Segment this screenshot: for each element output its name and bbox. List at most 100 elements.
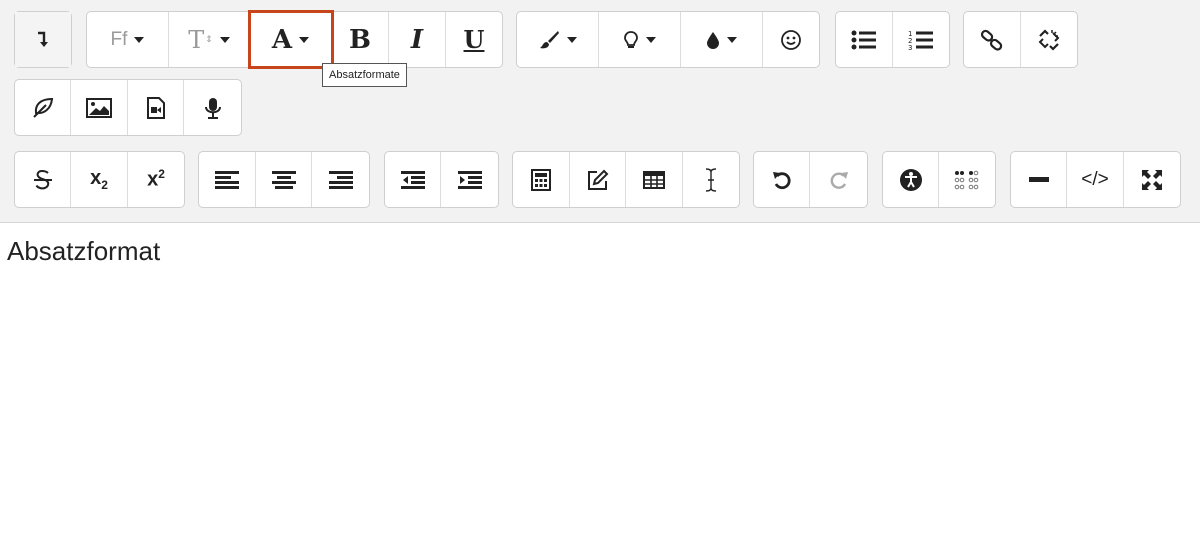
video-icon (146, 96, 166, 119)
highlight-button[interactable] (599, 12, 681, 67)
subscript-button[interactable]: x2 (71, 152, 128, 207)
code-view-button[interactable]: </> (1067, 152, 1124, 207)
text-format-group: Ff T ⇕ A B I U (86, 10, 503, 69)
image-button[interactable] (71, 80, 128, 135)
editor-paragraph[interactable]: Absatzformat (7, 236, 160, 267)
accessibility-button[interactable] (883, 152, 939, 207)
history-group (753, 151, 868, 208)
redo-button[interactable] (810, 152, 867, 207)
unlink-icon (1037, 28, 1061, 52)
leaf-icon (32, 97, 54, 119)
text-cursor-icon (704, 167, 718, 192)
unlink-button[interactable] (1021, 12, 1077, 67)
chevron-down-icon (299, 36, 310, 43)
equation-button[interactable] (513, 152, 570, 207)
color-drop-icon (706, 31, 720, 49)
color-group (516, 11, 820, 68)
underline-icon: U (463, 25, 485, 54)
outdent-icon (400, 170, 425, 189)
align-center-button[interactable] (256, 152, 312, 207)
script-group: x2 x2 (14, 151, 185, 208)
horizontal-line-button[interactable] (1011, 152, 1067, 207)
superscript-icon: x2 (147, 167, 165, 191)
paint-brush-icon (538, 30, 560, 50)
italic-icon: I (410, 24, 424, 55)
undo-button[interactable] (754, 152, 810, 207)
insert-group (512, 151, 740, 208)
link-group (963, 11, 1078, 68)
strikethrough-icon (33, 169, 53, 191)
unordered-list-button[interactable] (836, 12, 893, 67)
microphone-icon (204, 97, 221, 119)
paragraph-format-button[interactable]: A (248, 10, 334, 69)
edit-button[interactable] (570, 152, 626, 207)
image-icon (86, 97, 112, 118)
strikethrough-button[interactable] (15, 152, 71, 207)
underline-button[interactable]: U (446, 12, 502, 67)
align-right-button[interactable] (312, 152, 369, 207)
emoticon-button[interactable] (763, 12, 819, 67)
misc-group: </> (1010, 151, 1181, 208)
subscript-icon: x2 (90, 167, 108, 192)
fullscreen-button[interactable] (1124, 152, 1180, 207)
undo-icon (772, 170, 792, 190)
accessibility-group (882, 151, 996, 208)
paint-brush-button[interactable] (517, 12, 599, 67)
superscript-button[interactable]: x2 (128, 152, 184, 207)
code-view-icon: </> (1081, 168, 1109, 190)
toggle-group (14, 11, 72, 68)
indent-icon (457, 170, 482, 189)
unordered-list-icon (851, 30, 877, 50)
text-cursor-button[interactable] (683, 152, 739, 207)
paragraph-format-icon: A (271, 24, 293, 55)
edit-icon (587, 169, 609, 191)
braille-button[interactable] (939, 152, 995, 207)
chevron-down-icon (219, 36, 230, 43)
editor-content-area[interactable] (0, 223, 1200, 541)
align-left-button[interactable] (199, 152, 256, 207)
svg-text:3: 3 (908, 44, 912, 51)
fullscreen-icon (1141, 169, 1163, 191)
text-color-button[interactable] (681, 12, 763, 67)
leaf-button[interactable] (15, 80, 71, 135)
chevron-down-icon (567, 36, 577, 43)
indent-button[interactable] (441, 152, 498, 207)
editor-toolbar: Ff T ⇕ A B I U 1 2 3 x2 x2 </> Absatzfor… (0, 0, 1200, 223)
accessibility-icon (899, 168, 923, 192)
font-family-button[interactable]: Ff (87, 12, 169, 67)
chevron-down-icon (646, 36, 656, 43)
toggle-toolbar-button[interactable] (15, 12, 71, 67)
braille-icon (954, 170, 980, 190)
font-size-icon: T (188, 25, 205, 54)
link-button[interactable] (964, 12, 1021, 67)
align-left-icon (215, 170, 239, 189)
emoticon-icon (780, 29, 802, 51)
align-group (198, 151, 370, 208)
lightbulb-icon (623, 30, 639, 50)
calculator-icon (531, 168, 551, 191)
italic-button[interactable]: I (389, 12, 446, 67)
tooltip: Absatzformate (322, 63, 407, 87)
font-family-icon: Ff (110, 28, 128, 50)
align-right-icon (328, 170, 353, 189)
table-icon (643, 170, 665, 189)
video-button[interactable] (128, 80, 184, 135)
list-group: 123 (835, 11, 950, 68)
horizontal-line-icon (1028, 176, 1049, 183)
align-center-icon (271, 170, 296, 189)
toggle-toolbar-icon (36, 31, 50, 49)
indent-group (384, 151, 499, 208)
font-size-button[interactable]: T ⇕ (169, 12, 250, 67)
table-button[interactable] (626, 152, 683, 207)
chevron-down-icon (727, 36, 737, 43)
media-group (14, 79, 242, 136)
audio-button[interactable] (184, 80, 241, 135)
ordered-list-button[interactable]: 123 (893, 12, 949, 67)
bold-button[interactable]: B (332, 12, 389, 67)
bold-icon: B (349, 24, 371, 55)
chevron-down-icon (134, 36, 145, 43)
font-size-arrows-icon: ⇕ (205, 34, 213, 44)
link-icon (980, 29, 1004, 51)
ordered-list-icon: 123 (908, 29, 934, 51)
outdent-button[interactable] (385, 152, 441, 207)
